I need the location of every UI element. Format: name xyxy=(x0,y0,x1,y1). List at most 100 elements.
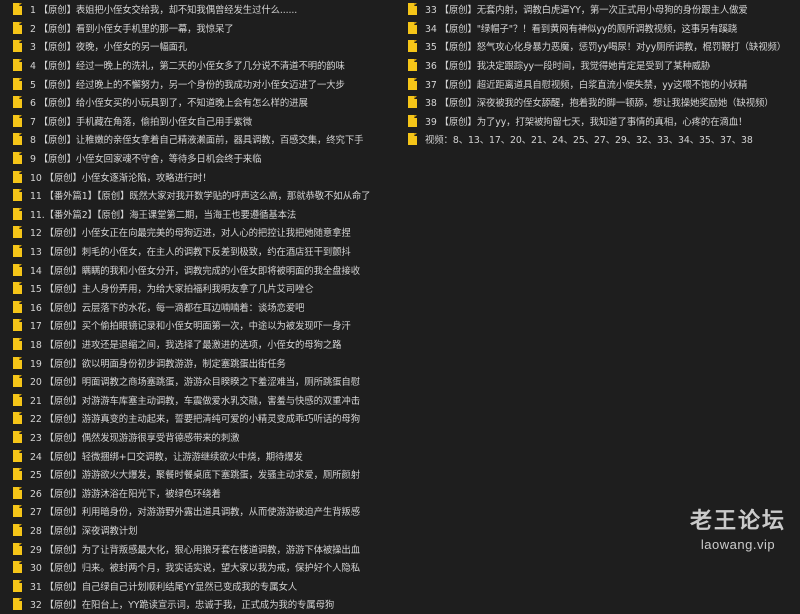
file-list-item[interactable]: 19 【原创】欲以明面身份初步调教游游，制定塞跳蛋出街任务 xyxy=(0,353,392,372)
file-icon xyxy=(408,3,417,16)
file-list-item[interactable]: 6 【原创】给小侄女买的小玩具到了，不知道晚上会有怎么样的进展 xyxy=(0,93,392,112)
file-list-item[interactable]: 37 【原创】超近距离道具自慰视频，白浆直流小便失禁，yy这喂不饱的小妖精 xyxy=(398,74,800,93)
file-item-label: 38 【原创】深夜被我的侄女舔醒，抱着我的脚一顿舔，想让我操她奖励她（缺视频） xyxy=(425,98,774,110)
file-item-label: 7 【原创】手机藏在角落，偷拍到小侄女自己用手紫微 xyxy=(30,116,253,128)
file-item-label: 23 【原创】偶然发现游游很享受背德感带来的刺激 xyxy=(30,432,240,444)
file-icon xyxy=(13,263,22,276)
file-list-item[interactable]: 32 【原创】在阳台上，YY跪读宣示词，忠诚于我，正式成为我的专属母狗 xyxy=(0,595,392,614)
file-icon xyxy=(13,356,22,369)
file-item-label: 10 【原创】小侄女逐渐沦陷，攻略进行时！ xyxy=(30,172,212,184)
file-item-label: 4 【原创】经过一晚上的洗礼，第二天的小侄女多了几分说不清道不明的韵味 xyxy=(30,61,345,73)
file-list-item[interactable]: 10 【原创】小侄女逐渐沦陷，攻略进行时！ xyxy=(0,167,392,186)
file-item-label: 5 【原创】经过晚上的不懈努力，另一个身份的我成功对小侄女迈进了一大步 xyxy=(30,79,345,91)
file-icon xyxy=(13,133,22,146)
file-icon xyxy=(13,486,22,499)
file-icon xyxy=(408,96,417,109)
file-icon xyxy=(13,300,22,313)
file-item-label: 37 【原创】超近距离道具自慰视频，白浆直流小便失禁，yy这喂不饱的小妖精 xyxy=(425,79,748,91)
file-item-label: 3 【原创】夜晚，小侄女的另一幅面孔 xyxy=(30,42,188,54)
file-item-label: 34 【原创】"绿帽子"？！看到黄网有神似yy的厕所调教视频，这事另有蹊跷 xyxy=(425,23,738,35)
file-list-item[interactable]: 2 【原创】看到小侄女手机里的那一幕，我惊呆了 xyxy=(0,19,392,38)
file-list-item[interactable]: 3 【原创】夜晚，小侄女的另一幅面孔 xyxy=(0,37,392,56)
file-item-label: 25 【原创】游游欲火大爆发，聚餐时餐桌底下塞跳蛋，发骚主动求爱，厕所颜射 xyxy=(30,470,360,482)
file-list-item[interactable]: 27 【原创】利用暗身份，对游游野外露出道具调教，从而使游游被迫产生背叛感 xyxy=(0,502,392,521)
file-list-item[interactable]: 20 【原创】明面调教之商场塞跳蛋，游游众目睽睽之下羞涩难当，厕所跳蛋自慰 xyxy=(0,372,392,391)
file-item-label: 17 【原创】买个偷拍眼镜记录和小侄女明面第一次，中途以为被发现吓一身汗 xyxy=(30,321,351,333)
file-icon xyxy=(13,77,22,90)
file-item-label: 20 【原创】明面调教之商场塞跳蛋，游游众目睽睽之下羞涩难当，厕所跳蛋自慰 xyxy=(30,377,360,389)
file-icon xyxy=(13,189,22,202)
file-list-item[interactable]: 16 【原创】云层落下的水花，每一滴都在耳边喃喃着：谈场恋爱吧 xyxy=(0,298,392,317)
file-item-label: 30 【原创】归来。被封两个月，我实话实说，望大家以我为戒，保护好个人隐私 xyxy=(30,563,360,575)
file-item-label: 13 【原创】刺毛的小侄女，在主人的调教下反差到极致，约在酒店狂干到颤抖 xyxy=(30,247,351,259)
watermark-url: laowang.vip xyxy=(700,537,776,552)
file-list-item[interactable]: 39 【原创】为了yy，打架被拘留七天，我知道了事情的真相，心疼的在滴血！ xyxy=(398,112,800,131)
file-list-item[interactable]: 7 【原创】手机藏在角落，偷拍到小侄女自己用手紫微 xyxy=(0,112,392,131)
file-item-label: 8 【原创】让稚嫩的亲侄女拿着自己精液濑面前，器具调教，百感交集，终究下手 xyxy=(30,135,364,147)
file-icon xyxy=(13,319,22,332)
file-list-item[interactable]: 视频：8、13、17、20、21、24、25、27、29、32、33、34、35… xyxy=(398,130,800,149)
file-list-item[interactable]: 38 【原创】深夜被我的侄女舔醒，抱着我的脚一顿舔，想让我操她奖励她（缺视频） xyxy=(398,93,800,112)
file-icon xyxy=(408,21,417,34)
file-list-item[interactable]: 13 【原创】刺毛的小侄女，在主人的调教下反差到极致，约在酒店狂干到颤抖 xyxy=(0,242,392,261)
file-list-item[interactable]: 21 【原创】对游游车库塞主动调教，车震做爱水乳交融，害羞与快感的双重冲击 xyxy=(0,390,392,409)
file-icon xyxy=(13,449,22,462)
file-icon xyxy=(13,226,22,239)
file-list-item[interactable]: 18 【原创】进攻还是退缩之间，我选择了最激进的选项，小侄女的母狗之路 xyxy=(0,335,392,354)
file-item-label: 2 【原创】看到小侄女手机里的那一幕，我惊呆了 xyxy=(30,23,234,35)
file-icon xyxy=(13,505,22,518)
file-item-label: 36 【原创】我决定跟踪yy一段时间，我觉得她肯定是受到了某种威胁 xyxy=(425,61,711,73)
file-icon xyxy=(13,282,22,295)
file-list-item[interactable]: 22 【原创】游游真变的主动起来，誓要把清纯可爱的小精灵变成乖巧听话的母狗 xyxy=(0,409,392,428)
file-icon xyxy=(408,40,417,53)
file-icon xyxy=(13,59,22,72)
file-list-item[interactable]: 12 【原创】小侄女正在向最完美的母狗迈进，对人心的把控让我把她随意拿捏 xyxy=(0,223,392,242)
file-icon xyxy=(408,77,417,90)
file-list-item[interactable]: 30 【原创】归来。被封两个月，我实话实说，望大家以我为戒，保护好个人隐私 xyxy=(0,558,392,577)
file-icon xyxy=(13,40,22,53)
file-item-label: 9 【原创】小侄女回家魂不守舍，等待多日机会终于来临 xyxy=(30,154,262,166)
file-item-label: 19 【原创】欲以明面身份初步调教游游，制定塞跳蛋出街任务 xyxy=(30,358,286,370)
file-list-item[interactable]: 33 【原创】无套内射，调教白虎逼YY，第一次正式用小母狗的身份跟主人做爱 xyxy=(398,0,800,19)
file-icon xyxy=(13,412,22,425)
file-list-item[interactable]: 23 【原创】偶然发现游游很享受背德感带来的刺激 xyxy=(0,428,392,447)
file-list-item[interactable]: 29 【原创】为了让背叛感最大化，狠心用狼牙套在楼道调教，游游下体被操出血 xyxy=(0,539,392,558)
file-icon xyxy=(13,430,22,443)
file-list-item[interactable]: 11.【番外篇2】【原创】海王课堂第二期，当海王也要遵循基本法 xyxy=(0,205,392,224)
file-icon xyxy=(13,523,22,536)
file-icon xyxy=(13,207,22,220)
file-item-label: 21 【原创】对游游车库塞主动调教，车震做爱水乳交融，害羞与快感的双重冲击 xyxy=(30,395,360,407)
file-list-item[interactable]: 4 【原创】经过一晚上的洗礼，第二天的小侄女多了几分说不清道不明的韵味 xyxy=(0,56,392,75)
file-list-item[interactable]: 35 【原创】怒气攻心化身暴力恶魔，惩罚yy喝尿！对yy厕所调教，棍罚鞭打（缺视… xyxy=(398,37,800,56)
file-list-item[interactable]: 5 【原创】经过晚上的不懈努力，另一个身份的我成功对小侄女迈进了一大步 xyxy=(0,74,392,93)
file-list-item[interactable]: 24 【原创】轻微捆绑+口交调教，让游游继续欲火中烧，期待爆发 xyxy=(0,446,392,465)
file-list-item[interactable]: 8 【原创】让稚嫩的亲侄女拿着自己精液濑面前，器具调教，百感交集，终究下手 xyxy=(0,130,392,149)
file-icon xyxy=(408,114,417,127)
file-list-item[interactable]: 17 【原创】买个偷拍眼镜记录和小侄女明面第一次，中途以为被发现吓一身汗 xyxy=(0,316,392,335)
file-list-item[interactable]: 9 【原创】小侄女回家魂不守舍，等待多日机会终于来临 xyxy=(0,149,392,168)
file-list-item[interactable]: 14 【原创】瞒瞒的我和小侄女分开，调教完成的小侄女即将被明面的我全盘接收 xyxy=(0,260,392,279)
file-icon xyxy=(408,133,417,146)
watermark-logo: 老王论坛 laowang.vip xyxy=(690,503,786,552)
file-list-item[interactable]: 31 【原创】自己绿自己计划顺利结尾YY显然已变成我的专属女人 xyxy=(0,576,392,595)
file-item-label: 16 【原创】云层落下的水花，每一滴都在耳边喃喃着：谈场恋爱吧 xyxy=(30,302,305,314)
watermark-title: 老王论坛 xyxy=(689,508,786,534)
file-list-item[interactable]: 26 【原创】游游沐浴在阳光下，被绿色环绕着 xyxy=(0,483,392,502)
file-item-label: 35 【原创】怒气攻心化身暴力恶魔，惩罚yy喝尿！对yy厕所调教，棍罚鞭打（缺视… xyxy=(425,42,787,54)
file-list-item[interactable]: 15 【原创】主人身份弄用，为给大家拍福利我明友拿了几片艾司唑仑 xyxy=(0,279,392,298)
file-item-label: 33 【原创】无套内射，调教白虎逼YY，第一次正式用小母狗的身份跟主人做爱 xyxy=(425,5,748,17)
file-icon xyxy=(13,598,22,611)
file-icon xyxy=(13,3,22,16)
file-item-label: 6 【原创】给小侄女买的小玩具到了，不知道晚上会有怎么样的进展 xyxy=(30,98,308,110)
file-list-item[interactable]: 11 【番外篇1】【原创】既然大家对我开数学贴的呼声这么高，那就恭敬不如从命了 xyxy=(0,186,392,205)
file-icon xyxy=(13,245,22,258)
file-item-label: 24 【原创】轻微捆绑+口交调教，让游游继续欲火中烧，期待爆发 xyxy=(30,451,303,463)
file-list-item[interactable]: 34 【原创】"绿帽子"？！看到黄网有神似yy的厕所调教视频，这事另有蹊跷 xyxy=(398,19,800,38)
file-icon xyxy=(408,59,417,72)
file-list-item[interactable]: 1 【原创】表姐把小侄女交给我，却不知我偶曾经发生过什么...... xyxy=(0,0,392,19)
file-item-label: 22 【原创】游游真变的主动起来，誓要把清纯可爱的小精灵变成乖巧听话的母狗 xyxy=(30,414,360,426)
file-list-item[interactable]: 25 【原创】游游欲火大爆发，聚餐时餐桌底下塞跳蛋，发骚主动求爱，厕所颜射 xyxy=(0,465,392,484)
file-list-item[interactable]: 36 【原创】我决定跟踪yy一段时间，我觉得她肯定是受到了某种威胁 xyxy=(398,56,800,75)
file-item-label: 39 【原创】为了yy，打架被拘留七天，我知道了事情的真相，心疼的在滴血！ xyxy=(425,116,748,128)
file-list-item[interactable]: 28 【原创】深夜调教计划 xyxy=(0,521,392,540)
